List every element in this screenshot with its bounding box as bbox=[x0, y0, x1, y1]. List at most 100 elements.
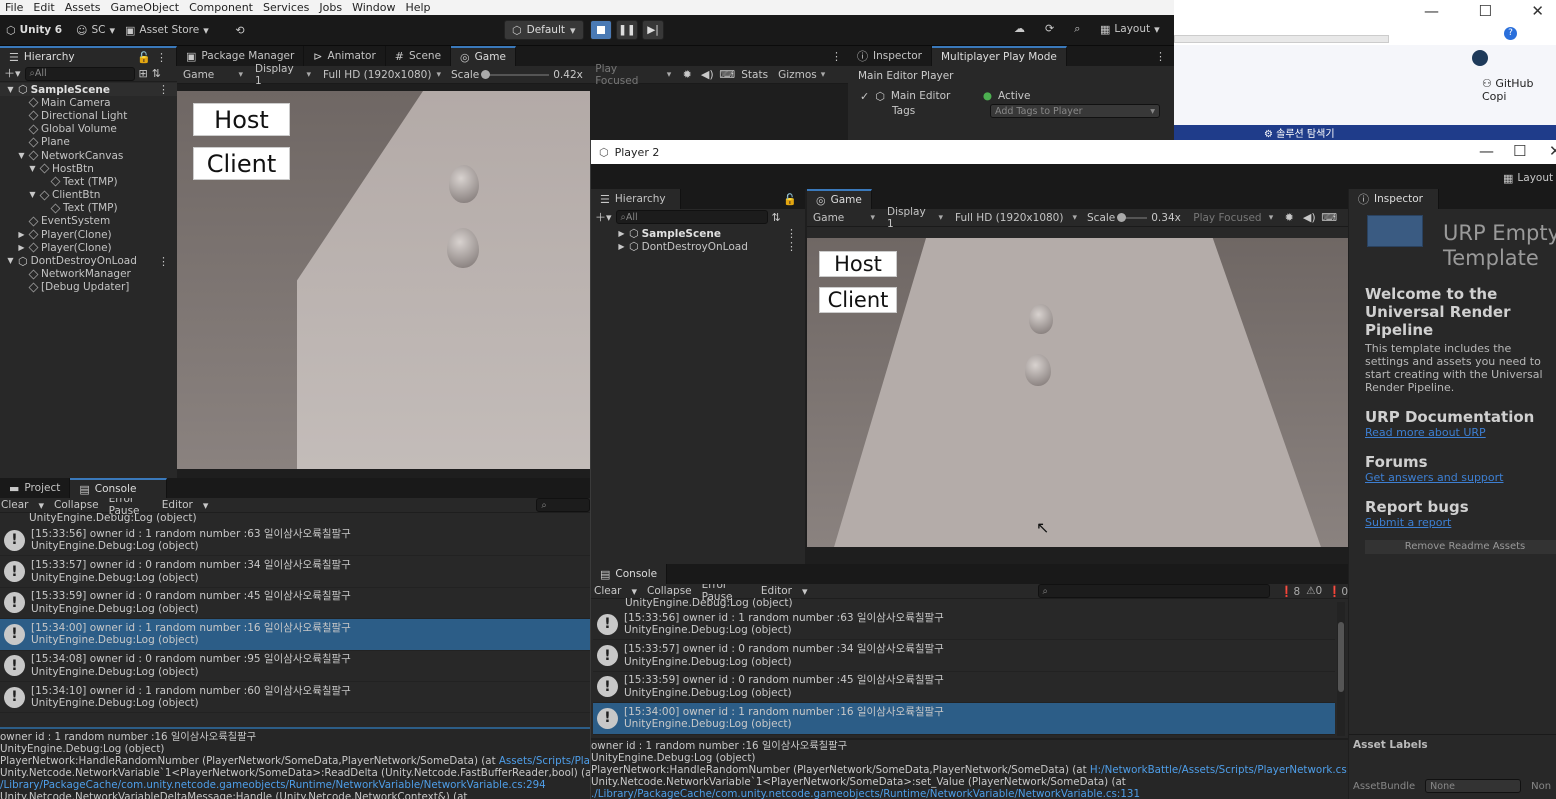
host-button[interactable]: Host bbox=[819, 251, 897, 277]
client-button[interactable]: Client bbox=[193, 147, 290, 180]
maximize-icon[interactable]: ☐ bbox=[1478, 2, 1491, 20]
kebab-icon[interactable]: ⋮ bbox=[158, 84, 169, 95]
kebab-icon[interactable]: ⋮ bbox=[158, 256, 169, 267]
chevron-down-icon[interactable]: ▾ bbox=[802, 586, 808, 597]
tab-game[interactable]: ◎ Game bbox=[807, 189, 872, 209]
hierarchy-item[interactable]: ▶ ⬡ SampleScene ⋮ bbox=[591, 227, 805, 240]
tab-project[interactable]: ▬ Project bbox=[0, 478, 71, 498]
console-collapse-button[interactable]: Collapse bbox=[647, 585, 692, 597]
assetbundle-dropdown[interactable]: None bbox=[1425, 779, 1522, 793]
console-scrollbar[interactable] bbox=[1337, 602, 1345, 736]
search-icon[interactable]: ⌕ bbox=[1074, 23, 1080, 34]
hierarchy-item[interactable]: ▼ ⬡ DontDestroyOnLoad ⋮ bbox=[0, 254, 177, 267]
chevron-down-icon[interactable]: ▼ bbox=[6, 85, 15, 94]
tab-inspector[interactable]: ⓘ Inspector bbox=[1349, 189, 1439, 209]
solution-explorer-bar[interactable]: ⚙ 솔루션 탐색기 bbox=[1174, 125, 1556, 140]
tab-hierarchy[interactable]: ☰ Hierarchy bbox=[591, 189, 681, 209]
tab-console[interactable]: ▤ Console bbox=[591, 564, 668, 584]
log-entry[interactable]: ! [15:34:00] owner id : 1 random number :… bbox=[593, 703, 1335, 735]
close-icon[interactable]: ✕ bbox=[1531, 2, 1544, 20]
resolution-dropdown[interactable]: Full HD (1920x1080) bbox=[317, 69, 447, 81]
log-entry[interactable]: ! [15:33:57] owner id : 0 random number :… bbox=[0, 556, 590, 588]
console-collapse-button[interactable]: Collapse bbox=[54, 499, 99, 511]
pause-button[interactable]: ❚❚ bbox=[616, 20, 638, 40]
hierarchy-item[interactable]: NetworkManager bbox=[0, 268, 177, 281]
hierarchy-item[interactable]: Global Volume bbox=[0, 123, 177, 136]
hierarchy-item[interactable]: EventSystem bbox=[0, 215, 177, 228]
hierarchy-item[interactable]: Directional Light bbox=[0, 109, 177, 122]
step-button[interactable]: ▶| bbox=[642, 20, 664, 40]
minimize-icon[interactable]: — bbox=[1479, 142, 1494, 160]
hierarchy-item[interactable]: ▼ HostBtn bbox=[0, 162, 177, 175]
log-entry[interactable]: ! [15:34:08] owner id : 0 random number :… bbox=[0, 651, 590, 682]
filter-icon[interactable]: ⊞ bbox=[139, 68, 148, 79]
tab-hierarchy[interactable]: ☰ Hierarchy 🔓 ⋮ bbox=[0, 46, 177, 66]
slider-handle[interactable] bbox=[1117, 212, 1127, 222]
add-icon[interactable]: ＋▾ bbox=[4, 68, 21, 79]
sort-icon[interactable]: ⇅ bbox=[772, 212, 781, 223]
chevron-right-icon[interactable]: ▶ bbox=[17, 243, 26, 252]
hierarchy-search-input[interactable]: ⌕ All bbox=[24, 66, 135, 81]
tab-game[interactable]: ◎ Game bbox=[451, 46, 516, 66]
stack-link[interactable]: Assets/Scripts/PlayerNetwor bbox=[499, 755, 592, 767]
tab-scene[interactable]: # Scene bbox=[386, 46, 452, 66]
speaker-icon[interactable]: ◀) bbox=[1299, 212, 1319, 223]
kebab-icon[interactable]: ⋮ bbox=[156, 52, 167, 63]
game-mode-dropdown[interactable]: Game bbox=[807, 212, 881, 224]
kebab-icon[interactable]: ⋮ bbox=[1155, 46, 1166, 66]
game-mode-dropdown[interactable]: Game bbox=[177, 69, 249, 81]
log-entry[interactable]: ! [15:33:56] owner id : 1 random number :… bbox=[593, 609, 1335, 641]
info-count-button[interactable]: ❗8 bbox=[1280, 585, 1300, 598]
close-icon[interactable]: ✕ bbox=[1549, 142, 1556, 160]
menu-item-window[interactable]: Window bbox=[347, 0, 400, 15]
menu-item-file[interactable]: File bbox=[0, 0, 28, 15]
chevron-down-icon[interactable]: ▼ bbox=[28, 164, 37, 173]
p2-game-view[interactable]: Host Client ↖ bbox=[807, 238, 1348, 547]
menu-item-gameobject[interactable]: GameObject bbox=[106, 0, 185, 15]
history-icon[interactable]: ⟳ bbox=[1045, 23, 1054, 34]
menu-item-services[interactable]: Services bbox=[258, 0, 314, 15]
hierarchy-item[interactable]: Text (TMP) bbox=[0, 175, 177, 188]
scale-slider[interactable] bbox=[1117, 212, 1148, 222]
menu-item-help[interactable]: Help bbox=[400, 0, 435, 15]
menu-item-jobs[interactable]: Jobs bbox=[314, 0, 347, 15]
stack-link[interactable]: H:/NetworkBattle/Assets/Scripts/PlayerNe… bbox=[1090, 764, 1348, 776]
asset-store-dropdown[interactable]: ▣ Asset Store ▾ bbox=[125, 24, 225, 36]
menu-item-edit[interactable]: Edit bbox=[28, 0, 59, 15]
hierarchy-search-input[interactable]: ⌕ All bbox=[615, 210, 768, 224]
profile-dropdown[interactable]: ⬡ Default ▾ bbox=[504, 20, 584, 40]
hierarchy-item[interactable]: ▶ Player(Clone) bbox=[0, 228, 177, 241]
docs-link[interactable]: Read more about URP bbox=[1365, 426, 1556, 439]
client-button[interactable]: Client bbox=[819, 287, 897, 313]
kebab-icon[interactable]: ⋮ bbox=[786, 228, 797, 239]
log-entry[interactable]: ! [15:33:56] owner id : 1 random number :… bbox=[0, 525, 590, 557]
chevron-down-icon[interactable]: ▾ bbox=[38, 500, 44, 511]
log-entry[interactable]: ! [15:33:59] owner id : 0 random number :… bbox=[593, 672, 1335, 704]
player2-layout-dropdown[interactable]: ▦ Layout bbox=[1503, 172, 1553, 184]
console-search-input[interactable]: ⌕ bbox=[1037, 584, 1271, 598]
log-entry[interactable]: ! [15:34:00] owner id : 1 random number :… bbox=[0, 619, 590, 651]
chevron-down-icon[interactable]: ▼ bbox=[17, 151, 26, 160]
tab-inspector[interactable]: ⓘ Inspector bbox=[848, 46, 932, 66]
console-clear-button[interactable]: Clear bbox=[594, 585, 621, 597]
error-count-button[interactable]: ❗0 bbox=[1328, 585, 1348, 598]
bugs-link[interactable]: Submit a report bbox=[1365, 516, 1556, 529]
chevron-right-icon[interactable]: ▶ bbox=[617, 229, 626, 238]
chevron-down-icon[interactable]: ▼ bbox=[28, 191, 37, 199]
keyboard-icon[interactable]: ⌨ bbox=[1319, 212, 1339, 223]
chevron-right-icon[interactable]: ▶ bbox=[617, 242, 626, 251]
play-button[interactable] bbox=[590, 20, 612, 40]
tab-console[interactable]: ▤ Console bbox=[70, 478, 168, 498]
menu-item-assets[interactable]: Assets bbox=[60, 0, 106, 15]
log-entry[interactable]: ! [15:34:10] owner id : 1 random number :… bbox=[0, 682, 590, 714]
console-search-input[interactable]: ⌕ bbox=[536, 498, 590, 512]
copilot-icon[interactable] bbox=[1472, 50, 1488, 66]
maximize-icon[interactable]: ☐ bbox=[1513, 142, 1526, 160]
hierarchy-item[interactable]: ▼ ⬡ SampleScene ⋮ bbox=[0, 83, 177, 97]
resolution-dropdown[interactable]: Full HD (1920x1080) bbox=[949, 212, 1083, 224]
chevron-right-icon[interactable]: ▶ bbox=[17, 230, 26, 239]
hierarchy-item[interactable]: ▶ Player(Clone) bbox=[0, 241, 177, 254]
layout-dropdown[interactable]: ▦ Layout ▾ bbox=[1100, 23, 1160, 35]
chevron-down-icon[interactable]: ▾ bbox=[203, 500, 209, 511]
kebab-icon[interactable]: ⋮ bbox=[786, 241, 797, 252]
